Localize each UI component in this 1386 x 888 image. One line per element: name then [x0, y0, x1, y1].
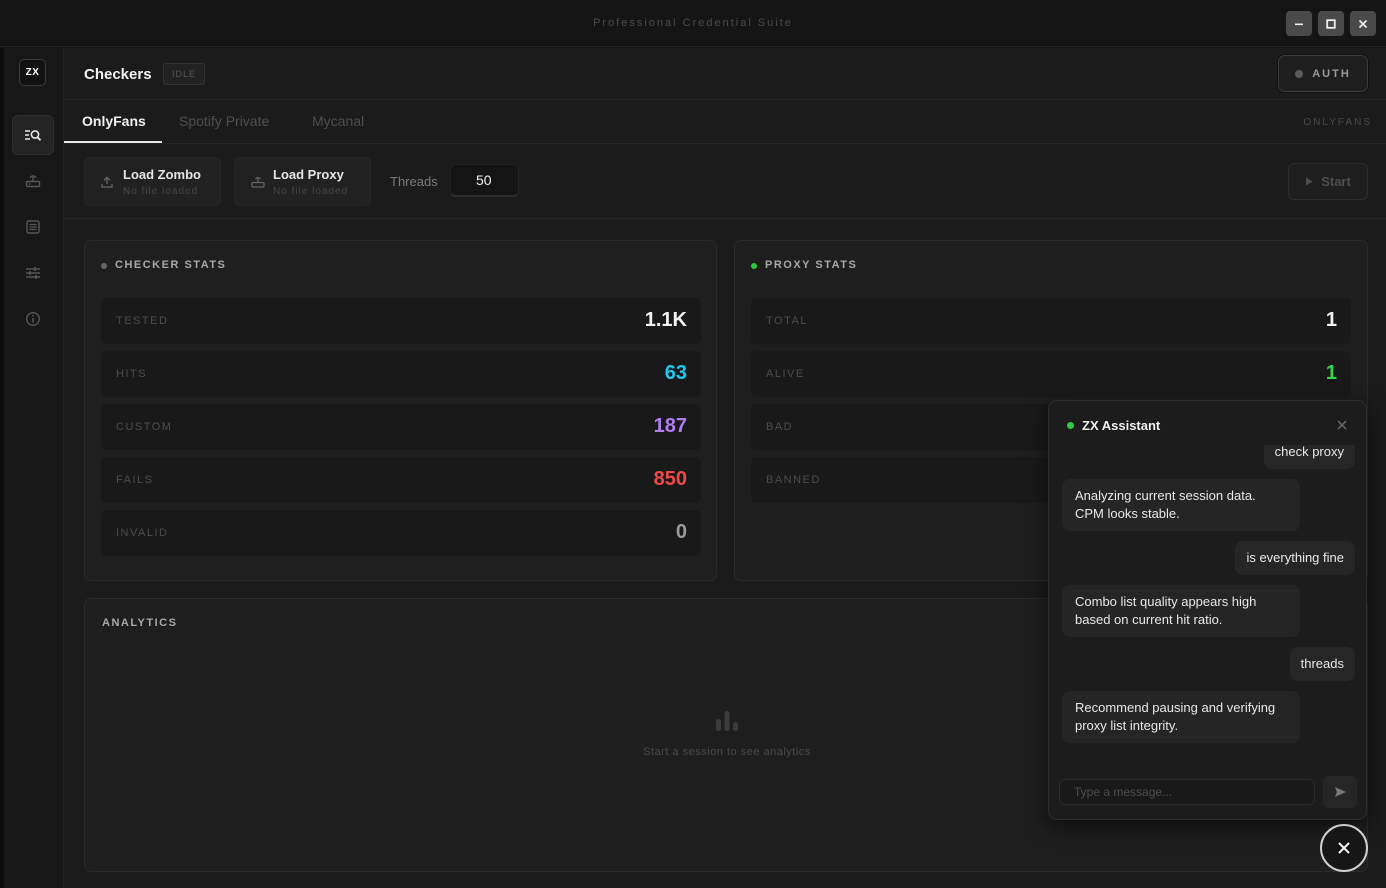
- search-list-icon: [25, 130, 42, 141]
- stat-label: INVALID: [116, 527, 169, 539]
- stat-label: CUSTOM: [116, 421, 173, 433]
- close-icon: [1338, 842, 1350, 854]
- stat-label: TOTAL: [766, 315, 808, 327]
- router-icon: [25, 175, 41, 188]
- load-proxy-status: No file loaded: [273, 186, 349, 197]
- user-message: is everything fine: [1235, 541, 1355, 575]
- toolbar: Load Zombo No file loaded Load Proxy No …: [64, 145, 1386, 219]
- proxy-status-dot: [751, 263, 757, 269]
- stat-value: 1: [1325, 362, 1337, 384]
- assistant-messages: check proxy Analyzing current session da…: [1049, 445, 1366, 745]
- stat-label: FAILS: [116, 474, 154, 486]
- user-message: check proxy: [1263, 445, 1355, 469]
- checker-tabs: OnlyFans Spotify Private Mycanal ONLYFAN…: [64, 100, 1386, 144]
- stat-row-tested: TESTED 1.1K: [101, 298, 701, 344]
- info-icon: [25, 311, 41, 327]
- load-combo-status: No file loaded: [123, 186, 199, 197]
- maximize-button[interactable]: [1318, 11, 1344, 36]
- tab-onlyfans[interactable]: OnlyFans: [82, 113, 146, 129]
- bar-chart-icon: [716, 711, 738, 731]
- router-icon: [251, 177, 265, 188]
- start-button[interactable]: Start: [1288, 163, 1368, 200]
- assistant-title: ZX Assistant: [1082, 418, 1161, 433]
- assistant-header: ZX Assistant: [1049, 401, 1366, 451]
- checker-status-dot: [101, 263, 107, 269]
- window-title: Professional Credential Suite: [593, 17, 793, 29]
- stat-row-custom: CUSTOM 187: [101, 404, 701, 450]
- sidebar-item-checkers[interactable]: [12, 115, 54, 155]
- stat-row-hits: HITS 63: [101, 351, 701, 397]
- tab-mycanal[interactable]: Mycanal: [312, 113, 364, 129]
- load-proxy-button[interactable]: Load Proxy No file loaded: [234, 157, 371, 206]
- proxy-stats-title: PROXY STATS: [765, 259, 858, 271]
- auth-label: AUTH: [1312, 67, 1351, 80]
- app-logo: ZX: [19, 59, 46, 86]
- stat-label: BAD: [766, 421, 794, 433]
- load-combo-title: Load Zombo: [123, 167, 201, 182]
- play-icon: [1306, 177, 1313, 186]
- send-button[interactable]: [1323, 776, 1357, 808]
- upload-icon: [101, 176, 113, 188]
- stat-value: 63: [664, 362, 687, 384]
- stat-value: 850: [653, 468, 687, 490]
- auth-button[interactable]: AUTH: [1278, 55, 1368, 92]
- sliders-icon: [26, 267, 40, 279]
- minimize-icon: [1295, 23, 1303, 25]
- assistant-message: Analyzing current session data. CPM look…: [1062, 479, 1300, 531]
- active-tab-indicator: [64, 141, 162, 143]
- analytics-title: ANALYTICS: [102, 617, 178, 629]
- page-title: Checkers: [84, 66, 152, 83]
- assistant-close-button[interactable]: [1336, 418, 1348, 436]
- sidebar-item-about[interactable]: [12, 299, 54, 339]
- assistant-panel: ZX Assistant check proxy Analyzing curre…: [1048, 400, 1367, 820]
- checker-stats-panel: CHECKER STATS TESTED 1.1K HITS 63 CUSTOM…: [84, 240, 717, 581]
- status-badge: IDLE: [163, 63, 205, 85]
- stat-row-invalid: INVALID 0: [101, 510, 701, 556]
- sidebar: ZX: [4, 48, 64, 888]
- stat-row-total: TOTAL 1: [751, 298, 1351, 344]
- stat-value: 1.1K: [644, 309, 687, 331]
- send-icon: [1334, 787, 1346, 797]
- tab-spotify-private[interactable]: Spotify Private: [179, 113, 269, 129]
- minimize-button[interactable]: [1286, 11, 1312, 36]
- list-icon: [26, 220, 40, 234]
- close-icon: [1337, 420, 1347, 430]
- auth-status-dot: [1295, 69, 1304, 78]
- stat-label: BANNED: [766, 474, 821, 486]
- stat-row-alive: ALIVE 1: [751, 351, 1351, 397]
- active-checker-label: ONLYFANS: [1303, 117, 1372, 128]
- load-proxy-title: Load Proxy: [273, 167, 344, 182]
- user-message: threads: [1289, 647, 1355, 681]
- stat-row-fails: FAILS 850: [101, 457, 701, 503]
- stat-value: 1: [1325, 309, 1337, 331]
- title-bar: Professional Credential Suite: [0, 0, 1386, 47]
- assistant-toggle-button[interactable]: [1320, 824, 1368, 872]
- sidebar-item-settings[interactable]: [12, 253, 54, 293]
- threads-input[interactable]: [450, 164, 519, 197]
- message-input[interactable]: [1059, 779, 1315, 805]
- stat-value: 0: [675, 521, 687, 543]
- close-icon: [1358, 19, 1368, 28]
- stat-value: 187: [653, 415, 687, 437]
- stat-label: ALIVE: [766, 368, 805, 380]
- assistant-message: Recommend pausing and verifying proxy li…: [1062, 691, 1300, 743]
- online-dot: [1067, 422, 1074, 429]
- close-window-button[interactable]: [1350, 11, 1376, 36]
- start-label: Start: [1321, 174, 1351, 189]
- page-header: Checkers IDLE AUTH: [64, 48, 1386, 100]
- stat-label: HITS: [116, 368, 148, 380]
- load-combo-button[interactable]: Load Zombo No file loaded: [84, 157, 221, 206]
- maximize-icon: [1326, 18, 1336, 29]
- sidebar-item-logs[interactable]: [12, 207, 54, 247]
- assistant-message: Combo list quality appears high based on…: [1062, 585, 1300, 637]
- checker-stats-title: CHECKER STATS: [115, 259, 227, 271]
- sidebar-item-proxies[interactable]: [12, 161, 54, 201]
- threads-label: Threads: [390, 174, 438, 189]
- stat-label: TESTED: [116, 315, 169, 327]
